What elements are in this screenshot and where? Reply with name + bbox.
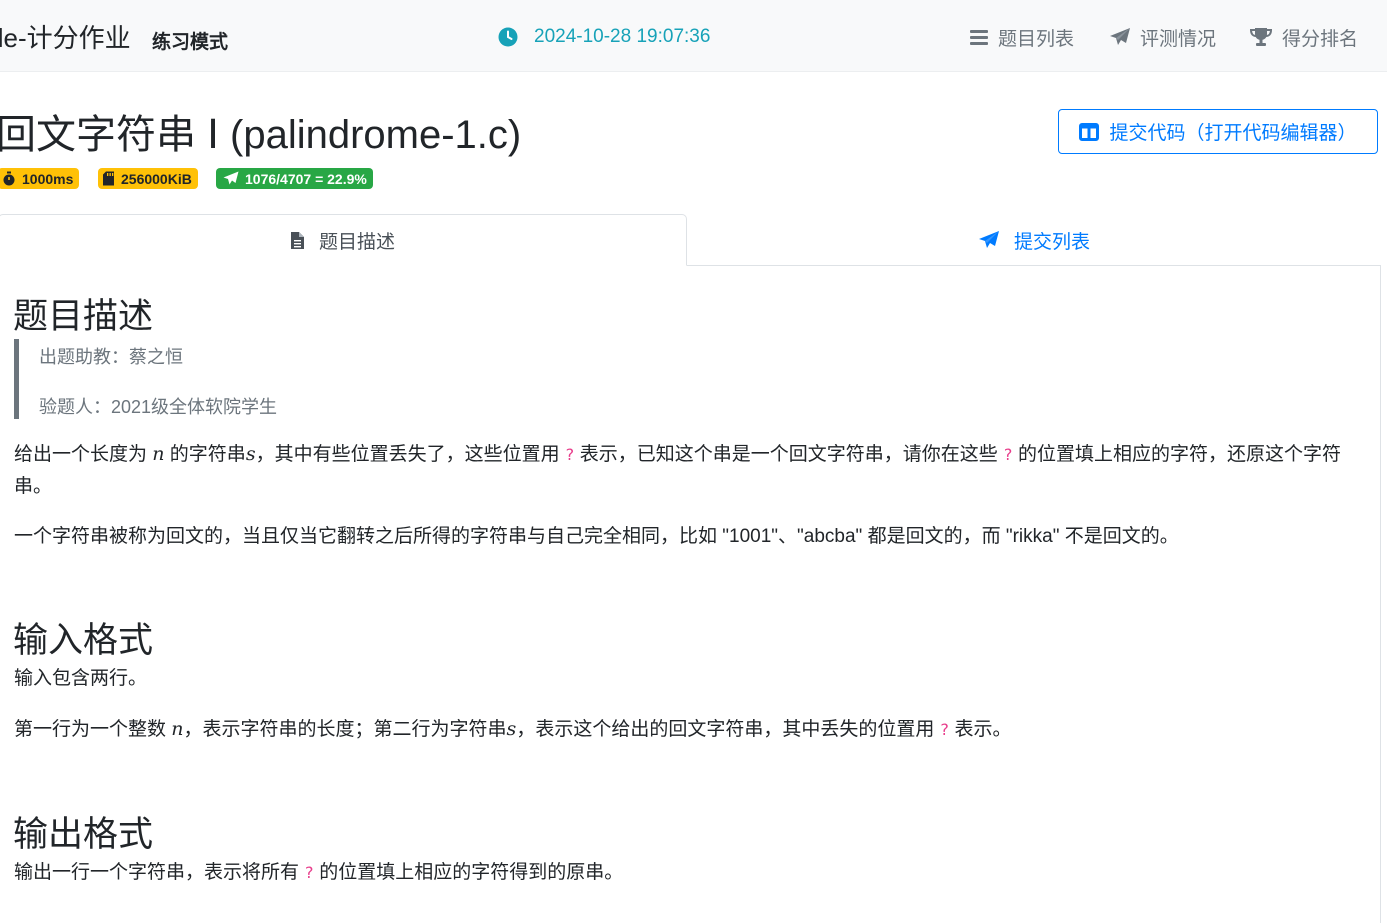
paper-plane-icon bbox=[1110, 28, 1130, 45]
accept-ratio-text: 1076/4707 = 22.9% bbox=[245, 170, 367, 187]
tab-submissions-label: 提交列表 bbox=[1013, 231, 1090, 253]
nav-ranking-label: 得分排名 bbox=[1282, 28, 1359, 50]
time-limit-badge: 1000ms bbox=[0, 168, 80, 189]
stopwatch-icon bbox=[3, 171, 15, 186]
text-span: ，其中有些位置丢失了，这些位置用 bbox=[255, 444, 565, 465]
nav-problem-list[interactable]: 题目列表 bbox=[969, 24, 1074, 50]
nav-ranking[interactable]: 得分排名 bbox=[1249, 24, 1358, 50]
input-paragraph-1: 输入包含两行。 bbox=[14, 668, 148, 689]
text-span: 输出一行一个字符串，表示将所有 bbox=[14, 862, 305, 883]
tab-description-label: 题目描述 bbox=[318, 231, 395, 253]
content-right-border bbox=[1380, 265, 1381, 923]
memory-limit-badge: 256000KiB bbox=[98, 168, 198, 189]
trophy-icon bbox=[1249, 28, 1273, 46]
text-span: ，表示字符串的长度；第二行为字符串 bbox=[183, 719, 507, 740]
columns-icon bbox=[1079, 122, 1100, 141]
inline-code: ? bbox=[304, 863, 314, 882]
tab-description[interactable]: 题目描述 bbox=[0, 214, 687, 266]
nav-judge-status-label: 评测情况 bbox=[1140, 28, 1217, 50]
text-span: 的字符串 bbox=[164, 444, 246, 465]
text-span: 给出一个长度为 bbox=[14, 444, 153, 465]
file-icon bbox=[290, 231, 304, 249]
sd-card-icon bbox=[103, 171, 114, 186]
description-paragraph-2: 一个字符串被称为回文的，当且仅当它翻转之后所得的字符串与自己完全相同，比如 "1… bbox=[14, 526, 1179, 547]
submit-code-label: 提交代码（打开代码编辑器） bbox=[1109, 123, 1357, 144]
paper-plane-icon bbox=[223, 171, 239, 185]
list-icon bbox=[970, 30, 988, 45]
mode-label: 练习模式 bbox=[152, 32, 229, 53]
text-span: 第一行为一个整数 bbox=[14, 719, 172, 740]
author-line: 出题助教：蔡之恒 bbox=[39, 347, 183, 367]
inline-code: ? bbox=[939, 720, 950, 739]
output-format-heading: 输出格式 bbox=[13, 815, 154, 854]
output-paragraph: 输出一行一个字符串，表示将所有 ? 的位置填上相应的字符得到的原串。 bbox=[14, 857, 1364, 889]
tester-line: 验题人：2021级全体软院学生 bbox=[39, 397, 278, 417]
inline-code: ? bbox=[564, 445, 575, 464]
math-var-n: n bbox=[152, 443, 165, 465]
input-paragraph-2: 第一行为一个整数 n，表示字符串的长度；第二行为字符串s，表示这个给出的回文字符… bbox=[14, 713, 1364, 746]
math-var-s: s bbox=[506, 718, 517, 740]
tab-submissions[interactable]: 提交列表 bbox=[687, 214, 1381, 266]
nav-problem-list-label: 题目列表 bbox=[998, 28, 1075, 50]
input-format-heading: 输入格式 bbox=[13, 621, 154, 660]
nav-judge-status[interactable]: 评测情况 bbox=[1109, 24, 1216, 50]
paper-plane-icon bbox=[978, 231, 999, 248]
top-navbar: ile-计分作业 练习模式 2024-10-28 19:07:36 题目列表 评… bbox=[0, 0, 1387, 72]
problem-title: 回文字符串 Ⅰ (palindrome-1.c) bbox=[0, 113, 522, 157]
blockquote-bar bbox=[14, 339, 19, 419]
math-var-n: n bbox=[171, 718, 184, 740]
brand-title[interactable]: ile-计分作业 bbox=[0, 18, 131, 55]
inline-code: ? bbox=[1003, 445, 1013, 464]
accept-ratio-badge: 1076/4707 = 22.9% bbox=[216, 168, 373, 189]
text-span: 表示，已知这个串是一个回文字符串，请你在这些 bbox=[574, 444, 1004, 465]
description-paragraph-1: 给出一个长度为 n 的字符串s，其中有些位置丢失了，这些位置用 ? 表示，已知这… bbox=[14, 438, 1364, 503]
submit-code-button[interactable]: 提交代码（打开代码编辑器） bbox=[1058, 109, 1378, 154]
text-span: ，表示这个给出的回文字符串，其中丢失的位置用 bbox=[516, 719, 940, 740]
description-heading: 题目描述 bbox=[13, 297, 154, 336]
text-span: 的位置填上相应的字符得到的原串。 bbox=[313, 862, 624, 883]
memory-limit-text: 256000KiB bbox=[121, 170, 192, 187]
server-clock: 2024-10-28 19:07:36 bbox=[498, 24, 710, 50]
clock-icon bbox=[498, 27, 518, 47]
datetime-text: 2024-10-28 19:07:36 bbox=[534, 26, 711, 47]
math-var-s: s bbox=[245, 443, 256, 465]
time-limit-text: 1000ms bbox=[22, 170, 74, 187]
text-span: 表示。 bbox=[949, 719, 1012, 740]
